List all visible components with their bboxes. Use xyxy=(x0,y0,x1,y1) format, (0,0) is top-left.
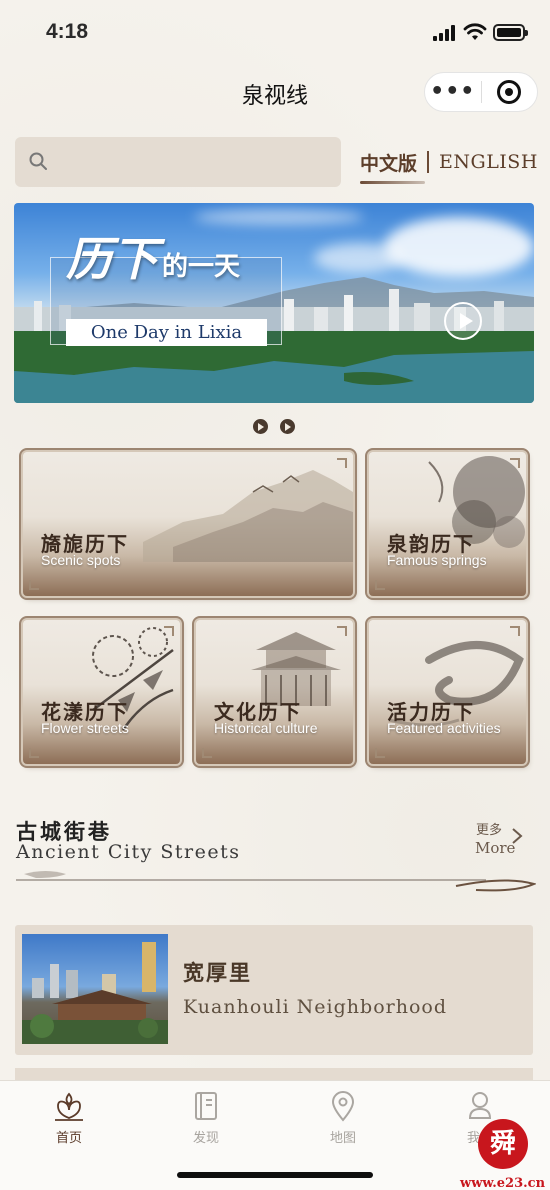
wifi-icon xyxy=(463,23,487,40)
profile-icon xyxy=(468,1092,492,1119)
more-link-chinese[interactable]: 更多 xyxy=(476,819,502,838)
home-indicator[interactable] xyxy=(177,1172,373,1178)
target-icon xyxy=(497,80,522,104)
tab-discover[interactable]: 发现 xyxy=(166,1089,246,1146)
tile-corner xyxy=(29,748,39,758)
banner-title-big: 历下 xyxy=(66,232,158,286)
category-famous-springs[interactable]: 泉韵历下 Famous springs xyxy=(369,452,526,596)
carousel-indicator xyxy=(253,419,295,434)
cloud-shape xyxy=(384,217,534,277)
tile-corner xyxy=(202,748,212,758)
category-featured-activities[interactable]: 活力历下 Featured activities xyxy=(369,620,526,764)
status-bar: 4:18 xyxy=(0,0,550,64)
cloud-shape xyxy=(314,243,404,273)
category-scenic-spots[interactable]: 旖旎历下 Scenic spots xyxy=(23,452,353,596)
tile-corner xyxy=(510,626,520,636)
tab-label: 首页 xyxy=(55,1131,82,1146)
carousel-dot[interactable] xyxy=(280,419,295,434)
tile-corner xyxy=(510,458,520,468)
search-icon xyxy=(29,152,47,170)
search-input[interactable] xyxy=(15,137,341,187)
close-mini-program-button[interactable] xyxy=(481,80,537,104)
landscape-painting-art xyxy=(143,470,353,562)
list-item[interactable]: 宽厚里 Kuanhouli Neighborhood xyxy=(15,925,533,1055)
list-item-thumbnail xyxy=(22,934,168,1044)
status-time: 4:18 xyxy=(46,20,89,43)
watermark-site-text: www.e23.cn xyxy=(460,1176,546,1190)
category-title-en: Scenic spots xyxy=(41,552,121,568)
category-title-en: Historical culture xyxy=(214,720,318,736)
discover-icon xyxy=(195,1092,217,1120)
chevron-right-icon[interactable] xyxy=(511,827,523,845)
mini-program-capsule: ••• xyxy=(424,72,538,112)
watermark-seal-logo: 舜 xyxy=(478,1119,528,1169)
tab-home[interactable]: 首页 xyxy=(29,1089,109,1146)
pavilion-art xyxy=(251,632,341,706)
ink-divider-line xyxy=(16,871,536,892)
flower-ink-art xyxy=(92,627,174,731)
street-photo-art xyxy=(22,942,168,1044)
tile-corner xyxy=(29,580,39,590)
category-flower-streets[interactable]: 花漾历下 Flower streets xyxy=(23,620,180,764)
spring-ink-art xyxy=(428,456,525,548)
battery-icon xyxy=(493,24,528,41)
tile-corner xyxy=(164,626,174,636)
chinese-version-tab[interactable]: 中文版 xyxy=(360,149,426,184)
tab-label: 地图 xyxy=(329,1131,356,1146)
tab-label: 发现 xyxy=(192,1131,219,1146)
brush-stroke-art xyxy=(388,641,524,727)
language-divider xyxy=(427,151,430,173)
tile-corner xyxy=(375,580,385,590)
category-title-en: Flower streets xyxy=(41,720,129,736)
app-page: 4:18 泉视线 ••• 中文版 ENGLISH 历下 的一天 One Day … xyxy=(0,0,550,1190)
more-link-english[interactable]: More xyxy=(475,839,515,857)
tile-corner xyxy=(337,458,347,468)
cellular-signal-icon xyxy=(433,25,459,41)
banner-title-english: One Day in Lixia xyxy=(66,319,267,346)
section-title-english: Ancient City Streets xyxy=(16,841,241,863)
banner-title-small: 的一天 xyxy=(162,252,241,282)
language-switch: 中文版 ENGLISH xyxy=(360,146,538,184)
english-version-tab[interactable]: ENGLISH xyxy=(439,151,538,173)
home-icon xyxy=(55,1092,83,1121)
category-title-en: Famous springs xyxy=(387,552,487,568)
tab-map[interactable]: 地图 xyxy=(303,1089,383,1146)
play-video-button[interactable] xyxy=(444,302,482,340)
category-title-en: Featured activities xyxy=(387,720,501,736)
tile-corner xyxy=(337,626,347,636)
more-options-button[interactable]: ••• xyxy=(425,72,481,112)
list-item-title-en: Kuanhouli Neighborhood xyxy=(183,996,447,1018)
list-item-title-cn: 宽厚里 xyxy=(183,960,252,985)
category-historical-culture[interactable]: 文化历下 Historical culture xyxy=(196,620,353,764)
banner-title-chinese: 历下 的一天 xyxy=(66,223,240,289)
hero-banner[interactable]: 历下 的一天 One Day in Lixia xyxy=(14,203,534,403)
carousel-dot[interactable] xyxy=(253,419,268,434)
tile-corner xyxy=(375,748,385,758)
nav-bar: 泉视线 ••• xyxy=(0,64,550,120)
map-pin-icon xyxy=(331,1091,355,1122)
